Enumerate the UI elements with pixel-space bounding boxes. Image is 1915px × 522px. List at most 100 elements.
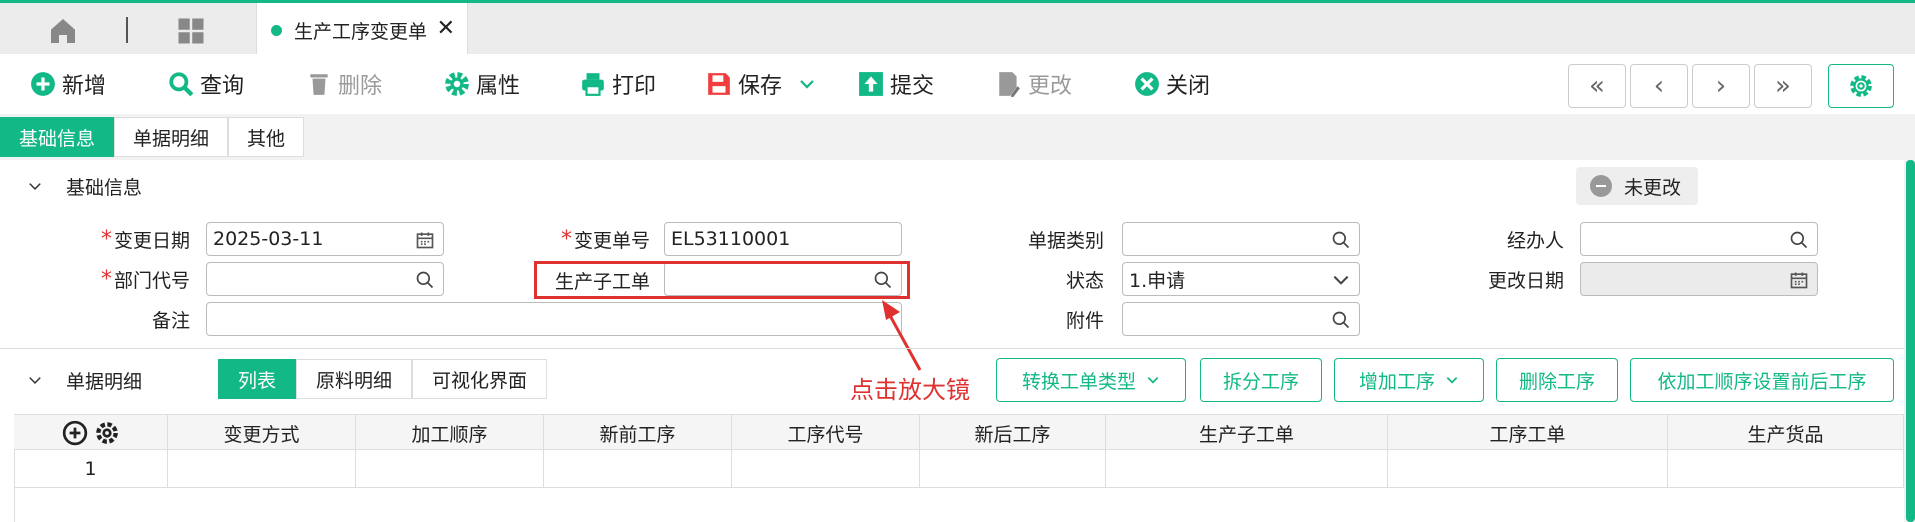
- remark-input[interactable]: [206, 302, 902, 336]
- document-tab-label: 生产工序变更单: [294, 20, 428, 43]
- settings-button[interactable]: [1828, 64, 1894, 108]
- first-record-button[interactable]: «: [1568, 64, 1626, 108]
- detail-header[interactable]: 单据明细: [28, 365, 142, 395]
- column-header[interactable]: 加工顺序: [356, 415, 544, 451]
- convert-order-type-button[interactable]: 转换工单类型: [996, 358, 1186, 402]
- column-header[interactable]: 工序代号: [732, 415, 920, 451]
- search-icon: [169, 72, 194, 97]
- save-button[interactable]: 保存: [706, 68, 816, 100]
- chevron-down-icon: [1446, 377, 1458, 384]
- doc-type-input[interactable]: [1122, 222, 1360, 256]
- section-divider: [0, 348, 1904, 349]
- basic-info-header[interactable]: 基础信息: [28, 171, 142, 201]
- annotation-text: 点击放大镜: [850, 376, 970, 404]
- chevron-down-icon: [1147, 377, 1159, 384]
- handler-label: 经办人: [1506, 229, 1564, 252]
- detail-tabs: 列表 原料明细 可视化界面: [218, 359, 548, 399]
- gear-icon[interactable]: [94, 420, 120, 446]
- search-icon[interactable]: [1331, 230, 1351, 250]
- column-header[interactable]: 工序工单: [1388, 415, 1668, 451]
- tab-other[interactable]: 其他: [228, 117, 305, 157]
- toolbar: 新增 查询 删除 属性 打印 保存 提交 更改 关闭 « ‹ › »: [0, 54, 1915, 114]
- close-circle-icon: [1135, 72, 1159, 96]
- modify-button[interactable]: 更改: [996, 68, 1072, 100]
- chevron-down-icon: [29, 183, 41, 190]
- close-icon[interactable]: ✕: [437, 16, 455, 41]
- save-icon: [708, 73, 730, 95]
- grid-header: 变更方式 加工顺序 新前工序 工序代号 新后工序 生产子工单 工序工单 生产货品: [14, 414, 1904, 451]
- document-tab[interactable]: 生产工序变更单 ✕: [256, 3, 468, 57]
- next-record-button[interactable]: ›: [1692, 64, 1750, 108]
- column-header[interactable]: 新后工序: [920, 415, 1106, 451]
- table-row[interactable]: 1: [14, 450, 1904, 488]
- table-cell[interactable]: [920, 450, 1106, 488]
- modify-date-input: [1580, 262, 1818, 296]
- column-header[interactable]: 生产货品: [1668, 415, 1904, 451]
- tab-basic-info[interactable]: 基础信息: [0, 117, 115, 157]
- plus-circle-icon[interactable]: [62, 420, 88, 446]
- change-no-label: * 变更单号: [560, 226, 650, 252]
- attachment-label: 附件: [1065, 309, 1104, 332]
- split-process-button[interactable]: 拆分工序: [1200, 358, 1322, 402]
- add-button[interactable]: 新增: [30, 68, 106, 100]
- remark-label: 备注: [151, 309, 190, 332]
- calendar-icon[interactable]: [415, 230, 435, 250]
- printer-icon: [582, 73, 604, 96]
- set-prev-next-process-button[interactable]: 依加工顺序设置前后工序: [1630, 358, 1894, 402]
- status-select[interactable]: 1.申请: [1122, 262, 1360, 296]
- edit-document-icon: [999, 72, 1020, 97]
- last-record-button[interactable]: »: [1754, 64, 1812, 108]
- chevron-down-icon: [29, 377, 41, 384]
- handler-input[interactable]: [1580, 222, 1818, 256]
- grid-tools-cell: [14, 415, 168, 451]
- column-header[interactable]: 变更方式: [168, 415, 356, 451]
- tab-separator: [126, 17, 128, 43]
- tab-list[interactable]: 列表: [218, 359, 297, 399]
- active-dot-icon: [271, 24, 282, 36]
- table-cell[interactable]: [544, 450, 732, 488]
- tab-strip: 生产工序变更单 ✕: [0, 0, 1915, 57]
- grid-icon[interactable]: [176, 16, 206, 46]
- scrollbar-thumb[interactable]: [1906, 160, 1915, 522]
- delete-button[interactable]: 删除: [306, 68, 382, 100]
- query-button[interactable]: 查询: [168, 68, 244, 100]
- table-cell[interactable]: [1388, 450, 1668, 488]
- tab-document-detail[interactable]: 单据明细: [114, 117, 229, 157]
- modify-date-label: 更改日期: [1487, 269, 1564, 292]
- trash-icon: [310, 74, 328, 95]
- table-cell[interactable]: [168, 450, 356, 488]
- column-header[interactable]: 新前工序: [544, 415, 732, 451]
- submit-button[interactable]: 提交: [858, 68, 934, 100]
- annotation-arrow: [882, 300, 922, 371]
- add-process-button[interactable]: 增加工序: [1334, 358, 1484, 402]
- calendar-icon: [1790, 272, 1808, 289]
- delete-process-button[interactable]: 删除工序: [1496, 358, 1618, 402]
- search-icon[interactable]: [415, 270, 435, 290]
- section-tabs: 基础信息 单据明细 其他: [0, 117, 305, 157]
- tab-material-detail[interactable]: 原料明细: [296, 359, 413, 399]
- table-cell[interactable]: [356, 450, 544, 488]
- plus-circle-icon: [31, 72, 55, 96]
- minus-circle-icon: [1590, 175, 1612, 197]
- row-index: 1: [14, 450, 168, 488]
- search-icon[interactable]: [1789, 230, 1809, 250]
- tab-visual-view[interactable]: 可视化界面: [412, 359, 548, 399]
- dept-label: * 部门代号: [100, 266, 190, 292]
- change-date-input[interactable]: 2025-03-11: [206, 222, 444, 256]
- column-header[interactable]: 生产子工单: [1106, 415, 1388, 451]
- close-button[interactable]: 关闭: [1134, 68, 1210, 100]
- status-badge: 未更改: [1576, 167, 1698, 205]
- table-cell[interactable]: [1106, 450, 1388, 488]
- chevron-down-icon[interactable]: [798, 75, 816, 93]
- prev-record-button[interactable]: ‹: [1630, 64, 1688, 108]
- properties-button[interactable]: 属性: [444, 68, 520, 100]
- table-cell[interactable]: [1668, 450, 1904, 488]
- attachment-input[interactable]: [1122, 302, 1360, 336]
- print-button[interactable]: 打印: [580, 68, 656, 100]
- gear-icon: [1850, 75, 1872, 97]
- change-no-input[interactable]: EL53110001: [664, 222, 902, 256]
- dept-input[interactable]: [206, 262, 444, 296]
- search-icon[interactable]: [1331, 310, 1351, 330]
- home-icon[interactable]: [44, 15, 82, 47]
- table-cell[interactable]: [732, 450, 920, 488]
